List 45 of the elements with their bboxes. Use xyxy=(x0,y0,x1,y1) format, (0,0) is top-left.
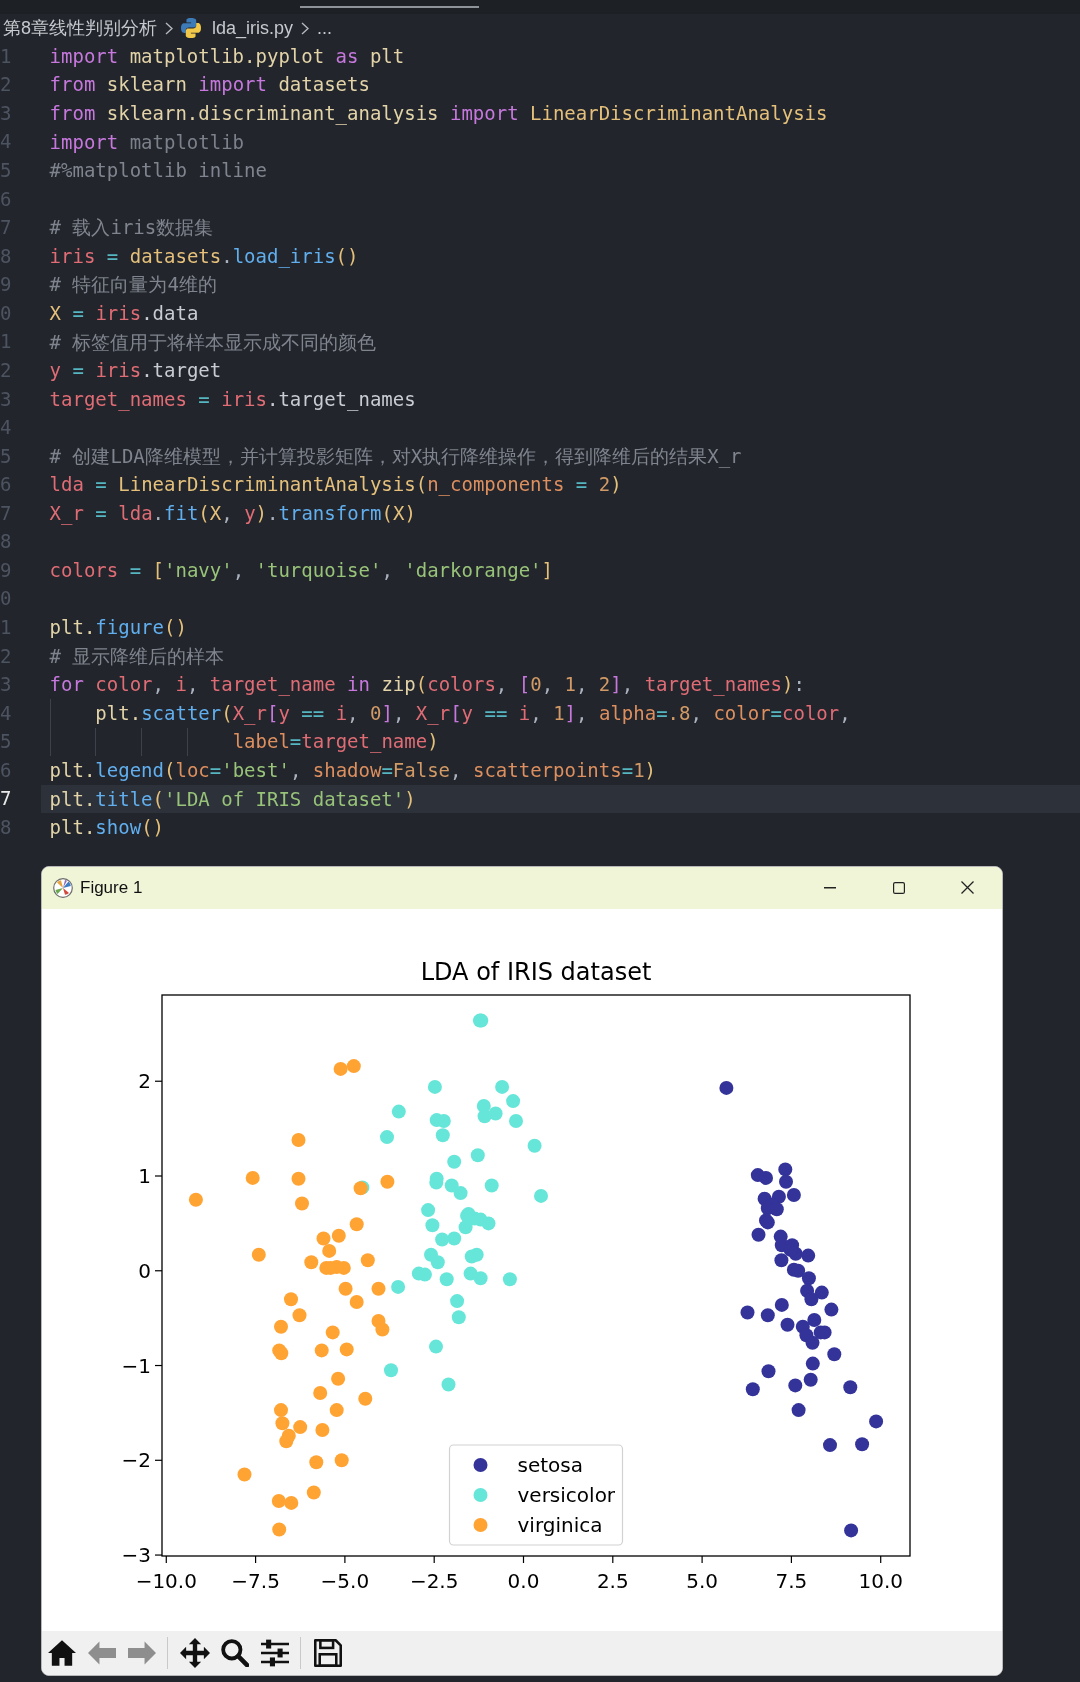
x-tick-label: 7.5 xyxy=(775,1568,808,1593)
code-line: # 特征向量为4维的 xyxy=(49,273,217,297)
x-tick-label: 5.0 xyxy=(686,1568,718,1593)
code-line: #%matplotlib inline xyxy=(49,159,267,182)
code-line: X_r = lda.fit(X, y).transform(X) xyxy=(49,501,416,525)
code-line: plt.scatter(X_r[y == i, 0], X_r[y == i, 1], alpha=.8, color=color, xyxy=(95,701,851,725)
code-line: y = iris.target xyxy=(49,359,222,382)
code-line: # 载入iris数据集 xyxy=(49,216,214,240)
code-line: # 显示降维后的样本 xyxy=(49,644,225,668)
chart-title: LDA of IRIS dataset xyxy=(420,957,652,986)
code-line: plt.show() xyxy=(49,816,164,839)
y-tick-label: −2 xyxy=(121,1448,151,1473)
code-line: import matplotlib xyxy=(49,130,245,154)
code-line: X = iris.data xyxy=(49,301,199,325)
y-tick-label: −3 xyxy=(121,1542,151,1567)
window-title: Figure 1 xyxy=(80,877,143,898)
code-line: import matplotlib.pyplot as plt xyxy=(49,44,405,68)
x-tick-label: −5.0 xyxy=(320,1568,370,1593)
x-tick-label: 0.0 xyxy=(507,1568,540,1593)
y-tick-label: 0 xyxy=(138,1258,151,1283)
code-line: for color, i, target_name in zip(colors, [0, 1, 2], target_names): xyxy=(49,673,805,697)
code-line: label=target_name) xyxy=(232,730,439,754)
code-line: plt.legend(loc='best', shadow=False, scatterpoints=1) xyxy=(49,758,657,782)
x-tick-label: −2.5 xyxy=(409,1568,459,1593)
legend-label: virginica xyxy=(517,1512,603,1537)
x-tick-label: −7.5 xyxy=(231,1568,280,1593)
code-line: from sklearn import datasets xyxy=(49,73,370,97)
legend-label: versicolor xyxy=(517,1482,616,1507)
y-tick-label: −1 xyxy=(121,1353,151,1378)
y-tick-label: 2 xyxy=(138,1069,151,1093)
code-line: # 创建LDA降维模型，并计算投影矩阵，对X执行降维操作，得到降维后的结果X_r xyxy=(49,444,742,468)
code-line: plt.figure() xyxy=(49,616,187,639)
code-line: plt.title('LDA of IRIS dataset') xyxy=(49,787,416,811)
x-tick-label: 2.5 xyxy=(596,1568,629,1593)
code-line: lda = LinearDiscriminantAnalysis(n_components = 2) xyxy=(49,473,622,497)
code-line: colors = ['navy', 'turquoise', 'darkorange'] xyxy=(49,559,553,582)
code-line: target_names = iris.target_names xyxy=(49,387,416,411)
y-tick-label: 1 xyxy=(138,1163,151,1188)
legend-label: setosa xyxy=(517,1452,583,1477)
x-tick-label: −10.0 xyxy=(135,1568,197,1593)
code-line: iris = datasets.load_iris() xyxy=(49,244,359,268)
code-line: # 标签值用于将样本显示成不同的颜色 xyxy=(49,330,377,354)
x-tick-label: 10.0 xyxy=(858,1568,903,1593)
code-line: from sklearn.discriminant_analysis import LinearDiscriminantAnalysis xyxy=(49,102,828,125)
line-number: 7 xyxy=(0,786,13,812)
